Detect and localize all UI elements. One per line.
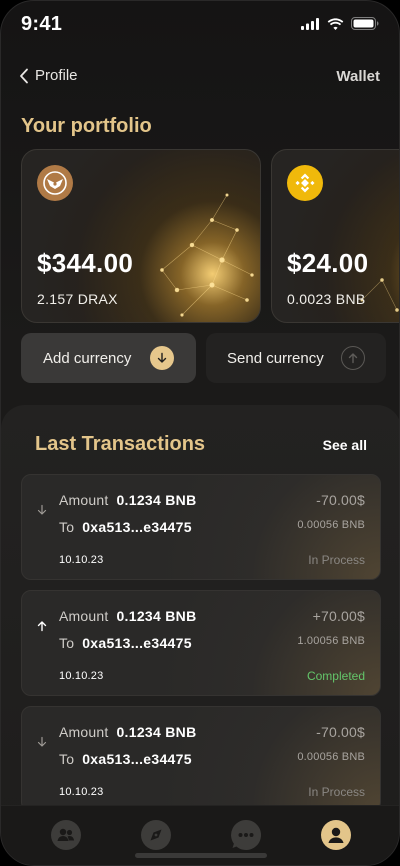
users-icon [51,820,81,850]
tx-amount: 0.1234 BNB [116,724,197,740]
transaction-item[interactable]: Amount 0.1234 BNB To 0xa513...e34475 -70.0… [21,706,381,812]
chevron-left-icon [20,68,28,83]
to-label: To [59,519,75,535]
status-icons [301,17,379,30]
transaction-item[interactable]: Amount 0.1234 BNB To 0xa513...e34475 -70.0… [21,474,381,580]
arrow-down-icon [37,504,47,515]
nav-title: Wallet [336,68,380,85]
tx-date: 10.10.23 [59,554,104,566]
tx-amount: 0.1234 BNB [116,492,197,508]
tx-amount-row: Amount 0.1234 BNB [59,724,197,740]
add-currency-button[interactable]: Add currency [21,333,196,383]
arrow-down-icon [150,346,174,370]
compass-icon [141,820,171,850]
battery-icon [351,17,379,30]
tab-explore[interactable] [139,818,173,852]
tx-to-row: To 0xa513...e34475 [59,751,192,767]
wifi-icon [327,17,344,30]
status-time: 9:41 [21,13,63,35]
portfolio-card-drax[interactable]: $344.00 2.157 DRAX [21,149,261,323]
tx-date: 10.10.23 [59,670,104,682]
back-button[interactable]: Profile [19,67,78,84]
arrow-down-icon [37,736,47,747]
add-currency-label: Add currency [43,349,132,367]
amount-label: Amount [59,492,109,508]
card-holding: 0.0023 BNB [287,291,366,307]
tx-address: 0xa513...e34475 [82,751,192,767]
see-all-link[interactable]: See all [323,437,367,453]
arrow-up-icon [37,621,47,632]
profile-icon [321,820,351,850]
portfolio-card-bnb[interactable]: $24.00 0.0023 BNB [271,149,399,323]
tx-status: Completed [306,669,365,683]
to-label: To [59,635,75,651]
tx-address: 0xa513...e34475 [82,635,192,651]
transactions-title: Last Transactions [35,433,206,455]
arrow-up-icon [341,346,365,370]
top-nav: Profile Wallet [1,61,399,91]
send-currency-label: Send currency [227,349,324,367]
card-balance: $24.00 [287,248,369,278]
portfolio-title: Your portfolio [21,115,152,137]
tx-to-row: To 0xa513...e34475 [59,519,192,535]
tx-status: In Process [308,553,365,567]
transaction-item[interactable]: Amount 0.1234 BNB To 0xa513...e34475 +70.0… [21,590,381,696]
bnb-coin-icon [287,165,323,201]
transactions-panel: Last Transactions See all Amount 0.1234 B… [1,405,399,865]
tab-profile[interactable] [319,818,353,852]
tx-to-row: To 0xa513...e34475 [59,635,192,651]
tx-amount-row: Amount 0.1234 BNB [59,608,197,624]
tx-token-value: 0.00056 BNB [297,751,365,763]
tx-fiat-value: -70.00$ [316,724,365,740]
tx-token-value: 1.00056 BNB [297,635,365,647]
home-indicator [135,853,267,858]
tab-users[interactable] [49,818,83,852]
tab-messages[interactable] [229,818,263,852]
tx-status: In Process [308,785,365,799]
chat-icon [231,820,261,850]
card-holding: 2.157 DRAX [37,291,118,307]
tx-date: 10.10.23 [59,786,104,798]
phone-screen: 9:41 Profile Wallet Your portfolio $344.… [0,0,400,866]
tx-fiat-value: +70.00$ [312,608,365,624]
amount-label: Amount [59,608,109,624]
tx-token-value: 0.00056 BNB [297,519,365,531]
tx-amount: 0.1234 BNB [116,608,197,624]
card-balance: $344.00 [37,248,134,278]
status-bar: 9:41 [1,1,399,49]
tx-address: 0xa513...e34475 [82,519,192,535]
amount-label: Amount [59,724,109,740]
back-label: Profile [35,67,78,84]
drax-coin-icon [37,165,73,201]
send-currency-button[interactable]: Send currency [206,333,386,383]
tx-amount-row: Amount 0.1234 BNB [59,492,197,508]
to-label: To [59,751,75,767]
tx-fiat-value: -70.00$ [316,492,365,508]
cellular-signal-icon [301,17,319,30]
